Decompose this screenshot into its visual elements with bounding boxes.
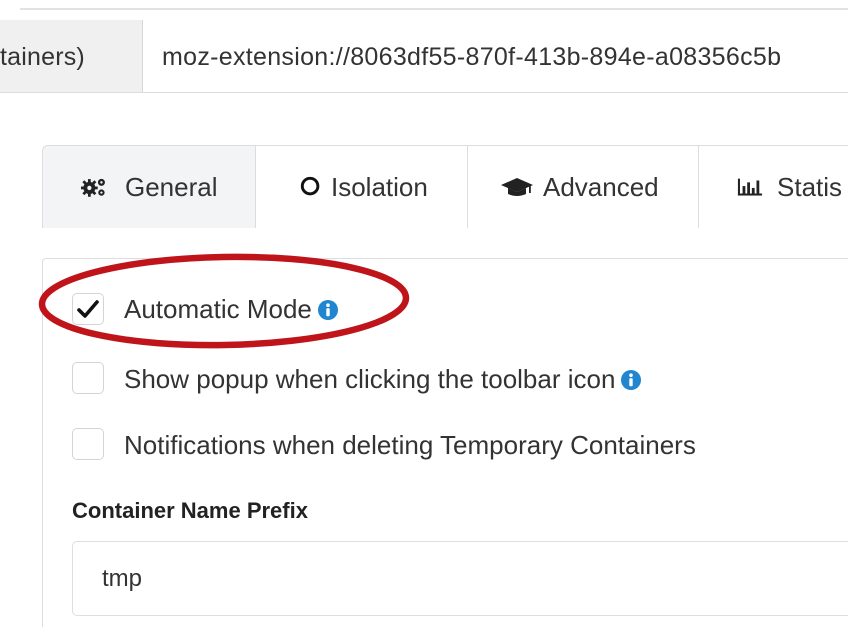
tab-advanced-label: Advanced <box>543 172 659 202</box>
url-text[interactable]: moz-extension://8063df55-870f-413b-894e-… <box>162 43 781 72</box>
tab-statistics-label: Statis <box>777 172 843 202</box>
info-icon[interactable] <box>317 300 338 320</box>
settings-tabs: General Isolation Advanced Statis <box>42 145 848 228</box>
bar-chart-icon <box>737 178 763 196</box>
tab-advanced[interactable]: Advanced <box>468 146 699 228</box>
tab-title-fragment: tainers) <box>0 43 85 71</box>
notifications-checkbox[interactable] <box>72 428 104 460</box>
tab-general-label: General <box>125 172 218 202</box>
circle-icon <box>300 176 320 196</box>
tab-general[interactable]: General <box>43 146 256 228</box>
tab-statistics[interactable]: Statis <box>699 146 848 228</box>
automatic-mode-text: Automatic Mode <box>124 294 312 324</box>
show-popup-label[interactable]: Show popup when clicking the toolbar ico… <box>124 364 642 395</box>
graduation-cap-icon <box>501 178 533 196</box>
show-popup-checkbox[interactable] <box>72 362 104 394</box>
tab-isolation-label: Isolation <box>331 172 428 202</box>
tab-isolation[interactable]: Isolation <box>256 146 468 228</box>
container-name-prefix-input[interactable] <box>72 541 848 616</box>
address-bar[interactable]: tainers) moz-extension://8063df55-870f-4… <box>0 20 848 93</box>
browser-divider <box>20 8 848 10</box>
automatic-mode-checkbox[interactable] <box>72 293 104 325</box>
info-icon[interactable] <box>621 370 642 390</box>
browser-top-edge <box>0 0 848 8</box>
automatic-mode-label[interactable]: Automatic Mode <box>124 294 338 325</box>
checkmark-icon <box>77 300 99 318</box>
gears-icon <box>81 178 105 197</box>
show-popup-text: Show popup when clicking the toolbar ico… <box>124 364 616 394</box>
identity-box[interactable]: tainers) <box>0 20 143 92</box>
notifications-label[interactable]: Notifications when deleting Temporary Co… <box>124 430 696 461</box>
container-name-prefix-label: Container Name Prefix <box>72 498 308 523</box>
